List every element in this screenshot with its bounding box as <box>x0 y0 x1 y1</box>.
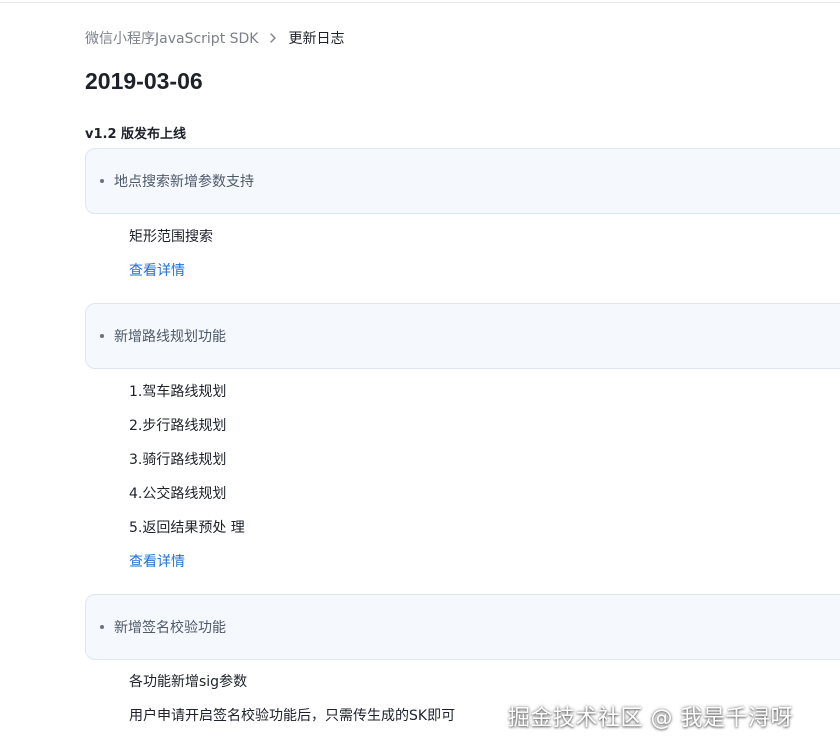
view-details-link[interactable]: 查看详情 <box>129 552 185 572</box>
list-item: 用户申请开启签名校验功能后，只需传生成的SK即可 <box>129 708 456 724</box>
list-item: 2.步行路线规划 <box>129 418 227 434</box>
bullet-icon <box>100 625 104 629</box>
breadcrumb-current: 更新日志 <box>288 31 345 47</box>
watermark: 掘金技术社区 @ 我是千浔呀 <box>508 706 793 731</box>
list-item: 3.骑行路线规划 <box>129 452 227 468</box>
section-title: 新增签名校验功能 <box>114 620 226 636</box>
bullet-icon <box>100 179 104 183</box>
list-item: 5.返回结果预处 理 <box>129 520 245 536</box>
view-details-link[interactable]: 查看详情 <box>129 261 185 281</box>
page-title: 2019-03-06 <box>85 68 203 94</box>
list-item: 矩形范围搜索 <box>129 229 213 245</box>
top-divider <box>0 2 840 3</box>
version-heading: v1.2 版发布上线 <box>85 127 187 142</box>
section-card-location-search: 地点搜索新增参数支持 <box>85 148 840 214</box>
bullet-icon <box>100 334 104 338</box>
breadcrumb: 微信小程序JavaScript SDK 更新日志 <box>85 28 344 48</box>
list-item: 4.公交路线规划 <box>129 486 227 502</box>
section-card-route-planning: 新增路线规划功能 <box>85 303 840 369</box>
breadcrumb-parent-link[interactable]: 微信小程序JavaScript SDK <box>85 28 258 48</box>
list-item: 1.驾车路线规划 <box>129 384 227 400</box>
section-card-signature-check: 新增签名校验功能 <box>85 594 840 660</box>
list-item: 各功能新增sig参数 <box>129 674 248 690</box>
section-title: 地点搜索新增参数支持 <box>114 174 254 190</box>
chevron-right-icon <box>266 31 280 45</box>
section-title: 新增路线规划功能 <box>114 329 226 345</box>
